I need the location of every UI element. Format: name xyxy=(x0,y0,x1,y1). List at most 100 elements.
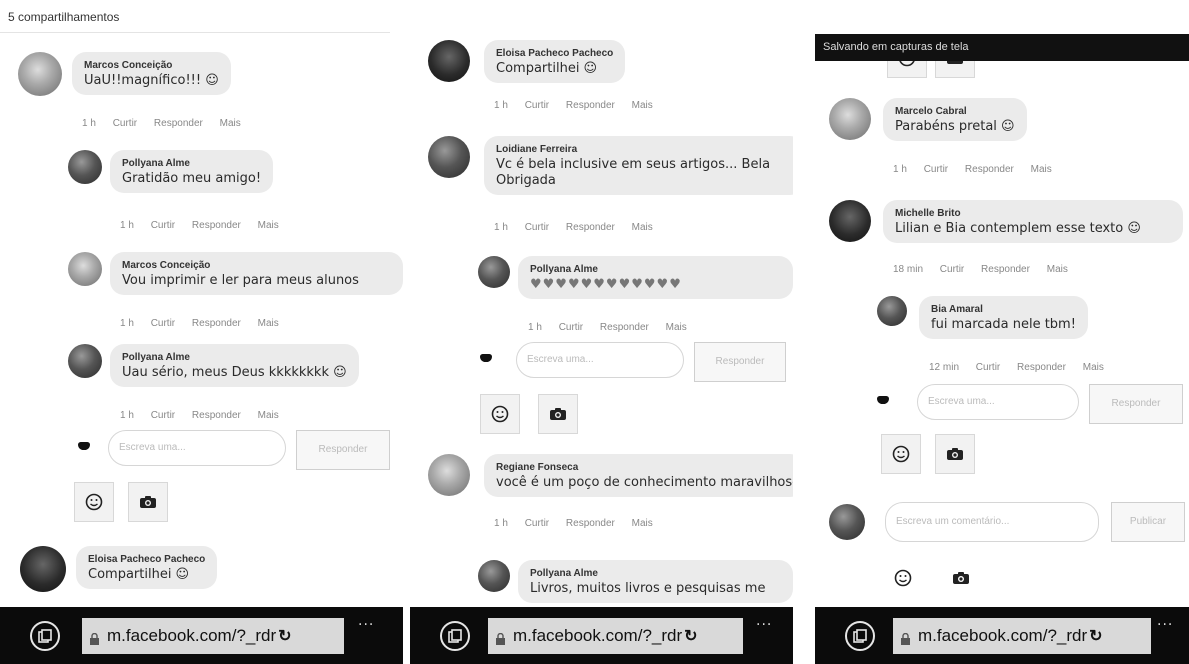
more-link[interactable]: Mais xyxy=(632,222,653,233)
like-link[interactable]: Curtir xyxy=(924,164,948,175)
avatar[interactable] xyxy=(68,344,102,378)
comment-author[interactable]: Marcos Conceição xyxy=(84,60,219,71)
camera-icon xyxy=(550,408,566,420)
shares-count[interactable]: 5 compartilhamentos xyxy=(8,10,119,24)
more-link[interactable]: Mais xyxy=(632,100,653,111)
comment-author[interactable]: Eloisa Pacheco Pacheco xyxy=(496,48,613,59)
like-link[interactable]: Curtir xyxy=(559,322,583,333)
comment-author[interactable]: Regiane Fonseca xyxy=(496,462,792,473)
reply-link[interactable]: Responder xyxy=(1017,362,1066,373)
more-options-button[interactable]: ... xyxy=(358,613,374,629)
reply-button[interactable]: Responder xyxy=(1089,384,1183,424)
tabs-button[interactable] xyxy=(440,621,470,651)
like-link[interactable]: Curtir xyxy=(525,518,549,529)
camera-button[interactable] xyxy=(935,434,975,474)
reply-link[interactable]: Responder xyxy=(566,222,615,233)
avatar[interactable] xyxy=(68,252,102,286)
like-link[interactable]: Curtir xyxy=(940,264,964,275)
emoji-button[interactable] xyxy=(74,482,114,522)
avatar[interactable] xyxy=(877,296,907,326)
more-options-button[interactable]: ... xyxy=(1157,613,1173,629)
reply-link[interactable]: Responder xyxy=(965,164,1014,175)
reply-link[interactable]: Responder xyxy=(566,100,615,111)
emoji-button[interactable] xyxy=(881,434,921,474)
tabs-button[interactable] xyxy=(845,621,875,651)
divider xyxy=(0,32,390,33)
like-link[interactable]: Curtir xyxy=(976,362,1000,373)
tabs-button[interactable] xyxy=(30,621,60,651)
reply-input[interactable]: Escreva uma... xyxy=(516,342,684,378)
reply-link[interactable]: Responder xyxy=(192,220,241,231)
address-bar[interactable]: m.facebook.com/?_rdr ↻ xyxy=(893,618,1151,654)
reply-link[interactable]: Responder xyxy=(154,118,203,129)
comment-text: Compartilhei ☺ xyxy=(88,567,190,582)
comment-text: Livros, muitos livros e pesquisas me xyxy=(530,581,766,596)
smiley-icon xyxy=(892,445,910,463)
avatar[interactable] xyxy=(68,150,102,184)
comment-time: 1 h xyxy=(528,322,542,333)
like-link[interactable]: Curtir xyxy=(525,222,549,233)
reply-input[interactable]: Escreva uma... xyxy=(917,384,1079,420)
comment-author[interactable]: Pollyana Alme xyxy=(530,264,781,275)
reply-link[interactable]: Responder xyxy=(192,410,241,421)
refresh-icon[interactable]: ↻ xyxy=(684,626,697,646)
reply-button[interactable]: Responder xyxy=(296,430,390,470)
more-link[interactable]: Mais xyxy=(258,220,279,231)
more-link[interactable]: Mais xyxy=(1031,164,1052,175)
comment-text: Uau sério, meus Deus kkkkkkkk ☺ xyxy=(122,365,347,380)
more-link[interactable]: Mais xyxy=(258,318,279,329)
camera-button[interactable] xyxy=(941,558,981,598)
avatar[interactable] xyxy=(18,52,62,96)
more-options-button[interactable]: ... xyxy=(756,613,772,629)
more-link[interactable]: Mais xyxy=(1083,362,1104,373)
my-avatar[interactable] xyxy=(829,504,865,540)
camera-button[interactable] xyxy=(128,482,168,522)
like-link[interactable]: Curtir xyxy=(151,220,175,231)
reply-input[interactable]: Escreva uma... xyxy=(108,430,286,466)
comment-time: 1 h xyxy=(893,164,907,175)
avatar[interactable] xyxy=(478,560,510,592)
avatar[interactable] xyxy=(428,40,470,82)
comment-bubble: Eloisa Pacheco Pacheco Compartilhei ☺ xyxy=(76,546,218,589)
emoji-button[interactable] xyxy=(480,394,520,434)
more-link[interactable]: Mais xyxy=(632,518,653,529)
comment-author[interactable]: Pollyana Alme xyxy=(122,158,261,169)
like-link[interactable]: Curtir xyxy=(151,410,175,421)
address-bar[interactable]: m.facebook.com/?_rdr ↻ xyxy=(488,618,743,654)
comment-author[interactable]: Loidiane Ferreira xyxy=(496,144,792,155)
comment-author[interactable]: Eloisa Pacheco Pacheco xyxy=(88,554,205,565)
more-link[interactable]: Mais xyxy=(258,410,279,421)
like-link[interactable]: Curtir xyxy=(151,318,175,329)
comment-author[interactable]: Michelle Brito xyxy=(895,208,1171,219)
avatar[interactable] xyxy=(829,98,871,140)
reply-link[interactable]: Responder xyxy=(981,264,1030,275)
avatar[interactable] xyxy=(829,200,871,242)
reply-button[interactable]: Responder xyxy=(694,342,786,382)
camera-button[interactable] xyxy=(538,394,578,434)
refresh-icon[interactable]: ↻ xyxy=(278,626,291,646)
like-link[interactable]: Curtir xyxy=(525,100,549,111)
more-link[interactable]: Mais xyxy=(1047,264,1068,275)
avatar[interactable] xyxy=(428,136,470,178)
more-link[interactable]: Mais xyxy=(220,118,241,129)
emoji-button[interactable] xyxy=(883,558,923,598)
comment-author[interactable]: Pollyana Alme xyxy=(122,352,347,363)
reply-link[interactable]: Responder xyxy=(600,322,649,333)
refresh-icon[interactable]: ↻ xyxy=(1089,626,1102,646)
comment-author[interactable]: Marcelo Cabral xyxy=(895,106,1015,117)
camera-icon xyxy=(953,572,969,584)
like-link[interactable]: Curtir xyxy=(113,118,137,129)
comment-author[interactable]: Pollyana Alme xyxy=(530,568,781,579)
avatar[interactable] xyxy=(428,454,470,496)
comment-actions: 1 h Curtir Responder Mais xyxy=(120,220,293,231)
avatar[interactable] xyxy=(478,256,510,288)
reply-link[interactable]: Responder xyxy=(566,518,615,529)
address-bar[interactable]: m.facebook.com/?_rdr ↻ xyxy=(82,618,344,654)
more-link[interactable]: Mais xyxy=(666,322,687,333)
avatar[interactable] xyxy=(20,546,66,592)
publish-button[interactable]: Publicar xyxy=(1111,502,1185,542)
comment-input[interactable]: Escreva um comentário... xyxy=(885,502,1099,542)
comment-author[interactable]: Marcos Conceição xyxy=(122,260,391,271)
reply-link[interactable]: Responder xyxy=(192,318,241,329)
comment-author[interactable]: Bia Amaral xyxy=(931,304,1076,315)
